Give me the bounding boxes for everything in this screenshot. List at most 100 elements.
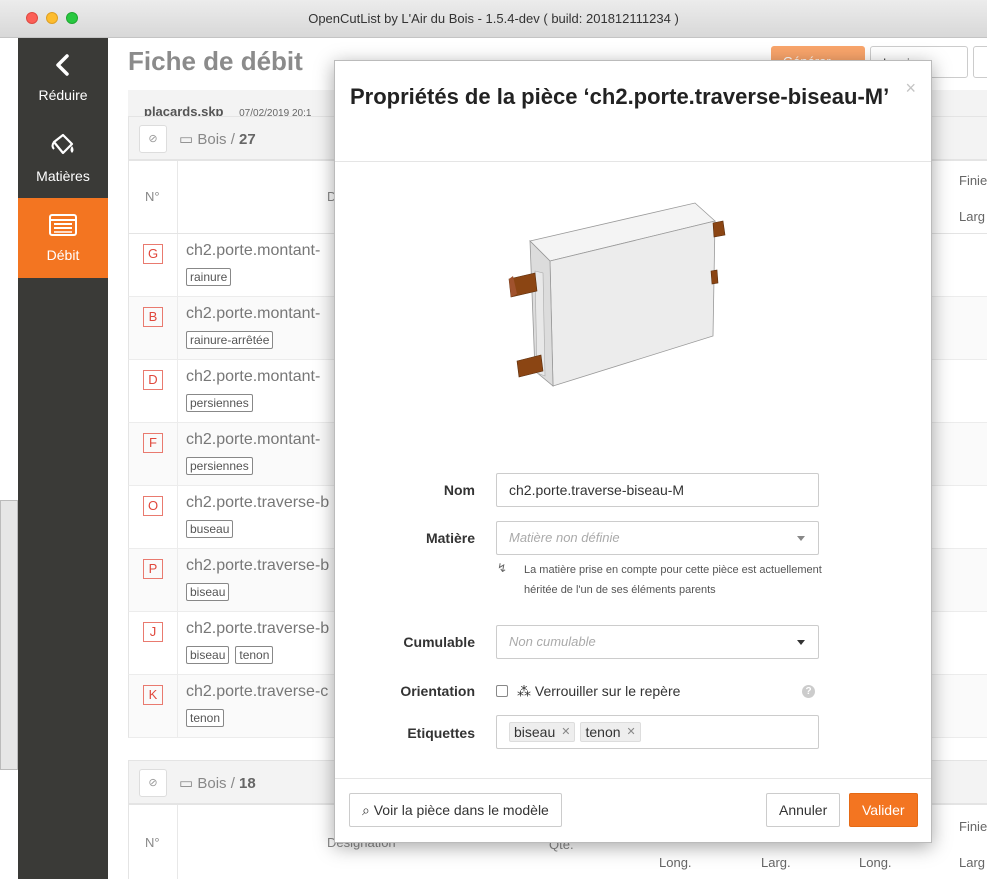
part-tags: biseau: [186, 583, 230, 601]
part-letter: G: [143, 244, 163, 264]
part-name: ch2.porte.montant-: [186, 431, 321, 448]
sidebar-item-label: Réduire: [38, 87, 88, 103]
window-title: OpenCutList by L'Air du Bois - 1.5.4-dev…: [308, 11, 679, 26]
col-larg: Larg.: [761, 855, 791, 870]
tool-palette-fragment: [0, 500, 18, 770]
label-chip: biseau ✕: [509, 722, 576, 742]
part-letter: K: [143, 685, 163, 705]
part-tags: persiennes: [186, 457, 253, 475]
page-title: Fiche de débit: [128, 46, 303, 76]
col-number: N°: [145, 189, 160, 204]
tag-icon: ▭: [179, 131, 198, 148]
sidebar-item-label: Débit: [46, 247, 80, 263]
orientation-label: Orientation: [400, 683, 475, 699]
col-finie: Finie: [959, 819, 987, 834]
part-letter: J: [143, 622, 163, 642]
part-tag: tenon: [235, 646, 274, 664]
part-name: ch2.porte.traverse-b: [186, 494, 330, 511]
part-letter: O: [143, 496, 163, 516]
list-icon: [48, 213, 78, 243]
axes-icon: ⁂: [517, 683, 535, 699]
group-material: Bois /: [197, 775, 240, 792]
part-tag: persiennes: [186, 457, 253, 475]
remove-label-icon[interactable]: ✕: [627, 723, 636, 741]
part-tags: tenon: [186, 709, 225, 727]
group-count: 18: [239, 775, 256, 792]
part-letter: F: [143, 433, 163, 453]
labels-label: Etiquettes: [407, 725, 475, 741]
validate-label: Valider: [862, 802, 905, 818]
part-name: ch2.porte.montant-: [186, 305, 321, 322]
material-help-text: La matière prise en compte pour cette pi…: [524, 564, 822, 596]
name-label: Nom: [443, 482, 475, 498]
eye-slash-icon: ⊘: [148, 777, 158, 789]
part-3d-preview: [508, 202, 726, 387]
label-chip: tenon ✕: [580, 722, 641, 742]
col-long: Long.: [859, 855, 892, 870]
cumulable-label: Cumulable: [403, 634, 475, 650]
chevron-down-icon: [797, 536, 805, 541]
remove-label-icon[interactable]: ✕: [561, 723, 570, 741]
modal-footer: ⌕ Voir la pièce dans le modèle Annuler V…: [335, 778, 931, 842]
cumulable-placeholder: Non cumulable: [509, 634, 596, 649]
more-button[interactable]: [973, 46, 987, 78]
sidebar-item-reduce[interactable]: Réduire: [18, 38, 108, 118]
chevron-down-icon: [797, 640, 805, 645]
part-properties-modal: Propriétés de la pièce ‘ch2.porte.traver…: [334, 60, 932, 843]
part-tag: tenon: [186, 709, 225, 727]
hide-group-button[interactable]: ⊘: [139, 769, 167, 797]
search-icon: ⌕: [362, 802, 374, 818]
part-tag: persiennes: [186, 394, 253, 412]
part-tags: buseau: [186, 520, 234, 538]
part-letter: B: [143, 307, 163, 327]
group-label: ▭ Bois / 27: [179, 130, 256, 148]
name-input[interactable]: ch2.porte.traverse-biseau-M: [496, 473, 819, 507]
part-tags: rainure-arrêtée: [186, 331, 274, 349]
cancel-label: Annuler: [779, 802, 828, 818]
lock-axes-checkbox[interactable]: [496, 685, 508, 697]
modal-header: Propriétés de la pièce ‘ch2.porte.traver…: [335, 61, 931, 162]
hide-group-button[interactable]: ⊘: [139, 125, 167, 153]
inherit-icon: ↯: [497, 561, 508, 575]
group-label: ▭ Bois / 18: [179, 774, 256, 792]
cancel-button[interactable]: Annuler: [766, 793, 841, 827]
help-icon[interactable]: ?: [802, 685, 815, 698]
lock-axes-label[interactable]: ⁂ Verrouiller sur le repère: [517, 683, 680, 700]
show-in-model-button[interactable]: ⌕ Voir la pièce dans le modèle: [349, 793, 562, 827]
part-name: ch2.porte.montant-: [186, 368, 321, 385]
part-name: ch2.porte.traverse-b: [186, 557, 330, 574]
part-name: ch2.porte.traverse-b: [186, 620, 330, 637]
material-select[interactable]: Matière non définie: [496, 521, 819, 555]
part-tag: biseau: [186, 583, 230, 601]
sidebar-item-cutlist[interactable]: Débit: [18, 198, 108, 278]
group-material: Bois /: [197, 131, 240, 148]
sidebar-item-materials[interactable]: Matières: [18, 118, 108, 198]
part-tags: rainure: [186, 268, 232, 286]
part-name: ch2.porte.montant-: [186, 242, 321, 259]
col-number: N°: [145, 835, 160, 850]
labels-input[interactable]: biseau ✕ tenon ✕: [496, 715, 819, 749]
label-chip-text: biseau: [514, 724, 556, 740]
col-larg: Larg: [959, 855, 986, 870]
col-larg: Larg: [959, 209, 986, 224]
part-tag: rainure: [186, 268, 232, 286]
window-titlebar: OpenCutList by L'Air du Bois - 1.5.4-dev…: [0, 0, 987, 38]
sidebar: Réduire Matières Débit: [18, 38, 108, 879]
part-tags: biseau tenon: [186, 646, 274, 664]
close-icon[interactable]: ×: [905, 78, 916, 99]
material-label: Matière: [425, 530, 475, 546]
part-tag: rainure-arrêtée: [186, 331, 274, 349]
validate-button[interactable]: Valider: [849, 793, 918, 827]
sidebar-item-label: Matières: [36, 168, 90, 184]
part-letter: D: [143, 370, 163, 390]
part-tags: persiennes: [186, 394, 253, 412]
part-tag: buseau: [186, 520, 234, 538]
paint-bucket-icon: [48, 132, 78, 164]
cumulable-select[interactable]: Non cumulable: [496, 625, 819, 659]
group-count: 27: [239, 131, 256, 148]
tag-icon: ▭: [179, 775, 198, 792]
part-tag: biseau: [186, 646, 230, 664]
part-name: ch2.porte.traverse-c: [186, 683, 329, 700]
modal-title: Propriétés de la pièce ‘ch2.porte.traver…: [350, 84, 890, 109]
label-chip-text: tenon: [585, 724, 621, 740]
